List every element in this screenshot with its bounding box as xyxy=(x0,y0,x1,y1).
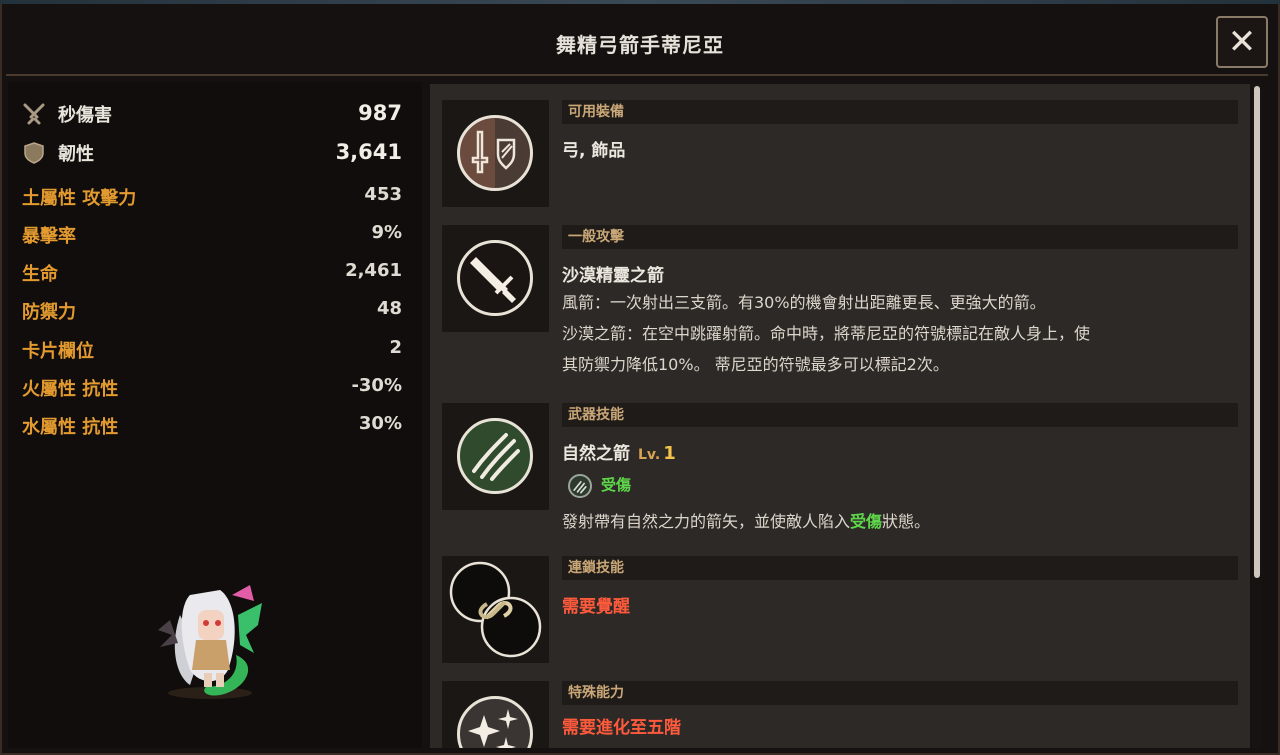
equipment-section: 可用裝備 弓, 飾品 xyxy=(442,100,1238,207)
sword-icon xyxy=(457,240,533,316)
special-ability-section: 特殊能力 需要進化至五階 xyxy=(442,681,1238,748)
special-ability-icon-box xyxy=(442,681,549,748)
stat-row: 土屬性 攻擊力 453 xyxy=(22,184,402,214)
desc-text: 狀態。 xyxy=(882,512,931,531)
normal-attack-icon-box xyxy=(442,225,549,332)
special-ability-status: 需要進化至五階 xyxy=(562,718,681,738)
normal-attack-desc-line: 其防禦力降低10%。 蒂尼亞的符號最多可以標記2次。 xyxy=(562,355,949,374)
injury-debuff-label: 受傷 xyxy=(601,476,632,494)
stat-label: 水屬性 抗性 xyxy=(22,417,119,438)
equipment-icon-box xyxy=(442,100,549,207)
stat-value: 2 xyxy=(389,337,402,358)
crossed-swords-icon xyxy=(23,103,45,125)
normal-attack-section: 一般攻擊 沙漠精靈之箭 風箭：一次射出三支箭。有30%的機會射出距離更長、更強大… xyxy=(442,225,1238,385)
injury-debuff-icon xyxy=(568,474,592,498)
desc-highlight: 受傷 xyxy=(850,512,883,531)
chain-skill-header: 連鎖技能 xyxy=(562,556,1238,580)
normal-attack-desc-line: 沙漠之箭：在空中跳躍射箭。命中時，將蒂尼亞的符號標記在敵人身上，使 xyxy=(562,324,1091,343)
stat-row: 火屬性 抗性 -30% xyxy=(22,375,402,405)
hero-sprite xyxy=(158,585,262,699)
scrollbar-thumb[interactable] xyxy=(1254,86,1260,578)
stat-value: -30% xyxy=(351,375,402,396)
stat-value: 48 xyxy=(376,298,402,319)
window-header: 舞精弓箭手蒂尼亞 xyxy=(0,6,1280,74)
stat-value: 453 xyxy=(364,184,402,205)
normal-attack-name: 沙漠精靈之箭 xyxy=(562,266,664,286)
equipment-text: 弓, 飾品 xyxy=(562,141,626,161)
stat-value: 2,461 xyxy=(345,260,402,281)
close-button[interactable]: ✕ xyxy=(1216,16,1268,68)
stat-label: 韌性 xyxy=(58,144,94,165)
stat-label: 秒傷害 xyxy=(58,105,112,126)
stat-value: 9% xyxy=(371,222,402,243)
normal-attack-header: 一般攻擊 xyxy=(562,225,1238,249)
weapon-skill-title: 自然之箭 Lv. 1 xyxy=(562,439,676,464)
weapon-skill-icon-box xyxy=(442,403,549,510)
chain-skill-icon-box xyxy=(442,556,549,663)
stat-value: 30% xyxy=(358,413,402,434)
chain-skill-section: 連鎖技能 需要覺醒 xyxy=(442,556,1238,663)
sparkle-icon xyxy=(457,696,533,748)
chain-link-icon xyxy=(449,561,542,658)
weapon-skill-header: 武器技能 xyxy=(562,403,1238,427)
stat-row: 防禦力 48 xyxy=(22,298,402,328)
stat-toughness: 韌性 3,641 xyxy=(22,140,402,170)
equipment-icon xyxy=(457,115,533,191)
stat-value: 987 xyxy=(358,101,402,125)
stat-row: 暴擊率 9% xyxy=(22,222,402,252)
stat-row: 水屬性 抗性 30% xyxy=(22,413,402,443)
stat-label: 土屬性 攻擊力 xyxy=(22,188,137,209)
chain-skill-status: 需要覺醒 xyxy=(562,597,630,617)
nature-arrow-icon xyxy=(457,418,533,494)
stat-row: 生命 2,461 xyxy=(22,260,402,290)
skill-level-value: 1 xyxy=(663,443,676,464)
skills-panel: 可用裝備 弓, 飾品 一般攻擊 沙漠精靈之箭 風箭：一次射出三支箭。有30%的機… xyxy=(430,84,1250,748)
weapon-skill-section: 武器技能 自然之箭 Lv. 1 受傷 發射帶有自然之力的箭矢，並使敵人陷入受傷狀態。 xyxy=(442,403,1238,533)
equipment-header: 可用裝備 xyxy=(562,100,1238,124)
stat-label: 暴擊率 xyxy=(22,226,76,247)
shield-icon xyxy=(24,142,44,164)
stat-label: 卡片欄位 xyxy=(22,341,94,362)
stat-label: 防禦力 xyxy=(22,302,76,323)
special-ability-header: 特殊能力 xyxy=(562,681,1238,705)
skill-level-label: Lv. xyxy=(638,447,661,463)
weapon-skill-name: 自然之箭 xyxy=(562,444,630,464)
weapon-skill-desc: 發射帶有自然之力的箭矢，並使敵人陷入受傷狀態。 xyxy=(562,506,930,537)
window-title: 舞精弓箭手蒂尼亞 xyxy=(556,33,724,57)
stat-dps: 秒傷害 987 xyxy=(22,101,402,131)
stat-value: 3,641 xyxy=(335,140,402,164)
close-icon: ✕ xyxy=(1227,22,1257,62)
stat-row: 卡片欄位 2 xyxy=(22,337,402,367)
stat-label: 火屬性 抗性 xyxy=(22,379,119,400)
normal-attack-desc-line: 風箭：一次射出三支箭。有30%的機會射出距離更長、更強大的箭。 xyxy=(562,293,1046,312)
top-border xyxy=(0,0,1280,4)
desc-text: 發射帶有自然之力的箭矢，並使敵人陷入 xyxy=(562,512,851,531)
header-divider xyxy=(6,74,1268,76)
stat-label: 生命 xyxy=(22,264,58,285)
